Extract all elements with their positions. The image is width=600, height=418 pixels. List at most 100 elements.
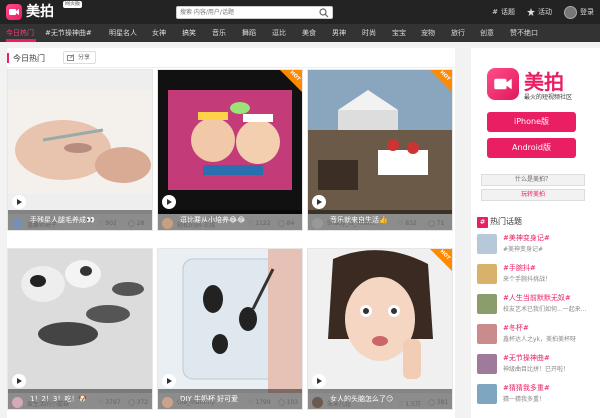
- share-button[interactable]: 分享: [63, 51, 97, 64]
- hash-icon: #: [477, 217, 488, 228]
- username[interactable]: 轻松的刻-王叔: [177, 220, 235, 229]
- like-count[interactable]: ♡ 832: [398, 220, 417, 227]
- search-icon[interactable]: [319, 8, 329, 18]
- play-icon[interactable]: [312, 374, 326, 388]
- avatar[interactable]: [12, 397, 23, 408]
- comment-count[interactable]: ◯ 28: [128, 220, 144, 227]
- logo-text: 美拍: [26, 4, 54, 20]
- what-is-meipai-link[interactable]: 什么是美拍？: [481, 174, 585, 186]
- header-links: # 话题 活动 登录: [492, 0, 594, 24]
- category-nav: 今日热门 #无节操神曲# 明星名人 女神 搞笑 音乐 舞蹈 逗比 美食 男神 时…: [0, 24, 600, 42]
- nav-item-music[interactable]: 音乐: [212, 24, 226, 42]
- video-card[interactable]: 手残星人腿毛养成👀 温馨师璟子 ♡ 902 ◯ 28: [7, 69, 153, 231]
- like-count[interactable]: ♡ 1122: [248, 220, 271, 227]
- topic-title[interactable]: #手腕抖#: [503, 263, 536, 273]
- nav-item-travel[interactable]: 旅行: [451, 24, 465, 42]
- like-count-value: 3797: [105, 399, 121, 406]
- topics-link[interactable]: # 话题: [492, 7, 515, 17]
- topic-thumbnail[interactable]: [477, 264, 497, 284]
- username[interactable]: 爱生活的小蘑菇: [27, 399, 85, 408]
- topic-item[interactable]: #无节操神曲# 神级曲目比拼！已开啦！: [477, 352, 592, 378]
- nav-item-goddess[interactable]: 女神: [152, 24, 166, 42]
- video-card[interactable]: HOT 女人的头脑怎么了😏 朱禾儿妞 ♡ 1.5万 ◯ 381: [307, 248, 453, 410]
- avatar[interactable]: [312, 397, 323, 408]
- topic-thumbnail[interactable]: [477, 294, 497, 314]
- nav-item-food[interactable]: 美食: [302, 24, 316, 42]
- play-guide-link[interactable]: 玩转美拍: [481, 189, 585, 201]
- nav-item-stars[interactable]: 明星名人: [109, 24, 137, 42]
- site-logo[interactable]: 美拍: [6, 4, 54, 20]
- comment-count[interactable]: ◯ 71: [428, 220, 444, 227]
- brand-tagline: 最火的短视频社区: [524, 94, 573, 101]
- comment-count[interactable]: ◯ 381: [428, 399, 448, 406]
- nav-item-fashion[interactable]: 时尚: [362, 24, 376, 42]
- topic-item[interactable]: #冬杯# 鑫杯达人之yk，美拍美杯呀: [477, 322, 592, 348]
- play-icon[interactable]: [12, 374, 26, 388]
- topic-thumbnail[interactable]: [477, 354, 497, 374]
- topic-title[interactable]: #无节操神曲#: [503, 353, 550, 363]
- camera-logo-icon: [6, 4, 22, 20]
- activity-link[interactable]: 活动: [527, 7, 552, 17]
- nav-item-baby[interactable]: 宝宝: [392, 24, 406, 42]
- search-input[interactable]: [177, 7, 317, 18]
- nav-item-funny[interactable]: 搞笑: [182, 24, 196, 42]
- topic-desc: 猜一猜我多重！: [503, 396, 546, 403]
- play-icon[interactable]: [312, 195, 326, 209]
- video-card[interactable]: HOT 逗比要从小培养😂😂 轻松的刻-王叔 ♡ 1122 ◯ 84: [157, 69, 303, 231]
- like-count[interactable]: ♡ 902: [98, 220, 117, 227]
- nav-item-shenqu[interactable]: #无节操神曲#: [45, 24, 92, 42]
- username[interactable]: 温馨师璟子: [27, 220, 85, 229]
- video-thumbnail[interactable]: [8, 249, 152, 393]
- avatar[interactable]: [162, 397, 173, 408]
- comment-count-value: 381: [436, 399, 449, 406]
- topic-thumbnail[interactable]: [477, 324, 497, 344]
- like-count-value: 832: [405, 220, 417, 227]
- topic-item[interactable]: #人生当前默默无奴# 校友艺术已我们如何...一起来...: [477, 292, 592, 318]
- avatar[interactable]: [162, 218, 173, 229]
- like-count[interactable]: ♡ 3797: [98, 399, 121, 406]
- nav-item-creative[interactable]: 创意: [480, 24, 494, 42]
- like-count[interactable]: ♡ 1799: [248, 399, 271, 406]
- username[interactable]: Ola_mammy: [177, 399, 235, 406]
- comment-count[interactable]: ◯ 372: [128, 399, 148, 406]
- iphone-download-button[interactable]: iPhone版: [487, 112, 576, 132]
- video-card[interactable]: 1！2！3！吃！🐶 爱生活的小蘑菇 ♡ 3797 ◯ 372: [7, 248, 153, 410]
- nav-item-praise[interactable]: 赞不绝口: [510, 24, 538, 42]
- username[interactable]: Shady_is_Titan...: [327, 220, 385, 227]
- video-card[interactable]: HOT 音乐就来自生活👍 Shady_is_Titan... ♡ 832 ◯ 7…: [307, 69, 453, 231]
- play-icon[interactable]: [12, 195, 26, 209]
- topic-title[interactable]: #冬杯#: [503, 323, 529, 333]
- play-icon[interactable]: [162, 195, 176, 209]
- video-thumbnail[interactable]: [158, 249, 302, 393]
- topic-title[interactable]: #猜猜我多重#: [503, 383, 550, 393]
- comment-count-value: 84: [286, 220, 295, 227]
- video-thumbnail[interactable]: [8, 70, 152, 214]
- nav-item-dance[interactable]: 舞蹈: [242, 24, 256, 42]
- topic-title[interactable]: #人生当前默默无奴#: [503, 293, 571, 303]
- search-box: [176, 6, 333, 19]
- like-count[interactable]: ♡ 1.5万: [398, 399, 421, 408]
- comment-count[interactable]: ◯ 84: [278, 220, 294, 227]
- topic-item[interactable]: #手腕抖# 来个手腕抖挑战！: [477, 262, 592, 288]
- video-card[interactable]: DIY 牛奶杯 好可爱 Ola_mammy ♡ 1799 ◯ 103: [157, 248, 303, 410]
- login-link[interactable]: 登录: [564, 5, 594, 19]
- android-download-button[interactable]: Android版: [487, 138, 576, 158]
- play-icon[interactable]: [162, 374, 176, 388]
- nav-item-doubi[interactable]: 逗比: [272, 24, 286, 42]
- topic-thumbnail[interactable]: [477, 234, 497, 254]
- avatar[interactable]: [12, 218, 23, 229]
- topic-item[interactable]: #美神变身记# #美神变身记#: [477, 232, 592, 258]
- topics-link-label: 话题: [501, 8, 515, 16]
- topic-title[interactable]: #美神变身记#: [503, 233, 550, 243]
- video-meta: 轻松的刻-王叔 ♡ 1122 ◯ 84: [158, 216, 302, 232]
- username[interactable]: 朱禾儿妞: [327, 399, 385, 408]
- topic-thumbnail[interactable]: [477, 384, 497, 404]
- brand-name: 美拍: [524, 70, 564, 94]
- nav-item-male-god[interactable]: 男神: [332, 24, 346, 42]
- nav-item-pets[interactable]: 宠物: [421, 24, 435, 42]
- video-meta: Ola_mammy ♡ 1799 ◯ 103: [158, 395, 302, 411]
- section-header: 今日热门 分享: [7, 48, 455, 68]
- topic-item[interactable]: #猜猜我多重# 猜一猜我多重！: [477, 382, 592, 408]
- comment-count[interactable]: ◯ 103: [278, 399, 298, 406]
- avatar[interactable]: [312, 218, 323, 229]
